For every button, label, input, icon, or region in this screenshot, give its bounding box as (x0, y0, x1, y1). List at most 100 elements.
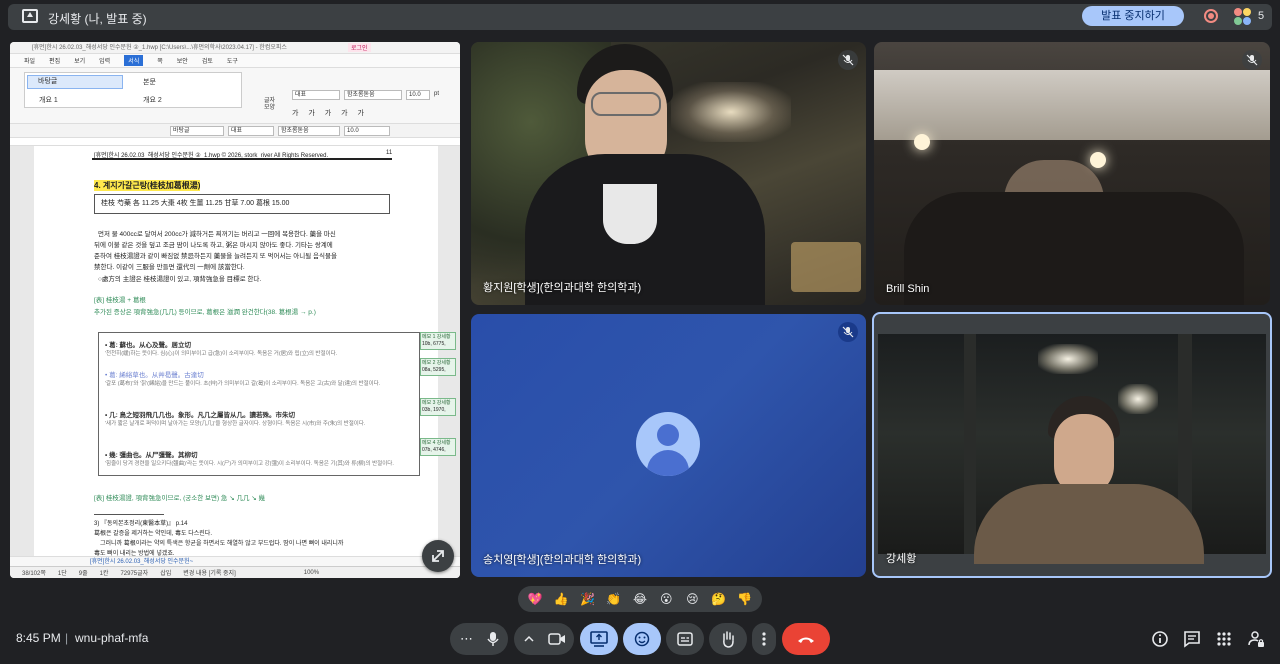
toolbar-font-select[interactable]: 함초롬돋움 (278, 126, 340, 136)
reaction-laugh[interactable]: 😂 (630, 589, 650, 609)
reference-line: 3) 『동의본초정리(東醫本草)』 p.14 (94, 521, 188, 527)
format-buttons[interactable]: 가 가 가 가 가 (292, 108, 368, 118)
people-icon[interactable] (1234, 8, 1252, 26)
activities-icon[interactable] (1214, 629, 1234, 649)
menu-edit[interactable]: 편집 (49, 56, 60, 65)
present-screen-button[interactable] (580, 623, 618, 655)
participant-tile[interactable]: 황지원[학생](한의과대학 한의학과) (471, 42, 866, 305)
chat-icon[interactable] (1182, 629, 1202, 649)
font-size-input[interactable]: 10.0 (406, 90, 430, 100)
etymology-box: • 葛: 蘇也。从心及聲。居立切 '천천히(緩)하는 뜻이다. 심(心)이 의미… (98, 332, 420, 476)
paragraph: 준하여 桂枝湯證과 같이 빠짐없 禁忌하든지 藥물을 늘려든지 또 먹어서는 아… (94, 253, 337, 260)
comment-tag[interactable]: 메모 1 강세황 10b, 6775, (420, 332, 456, 350)
section-heading: 4. 계지가갈근탕(桂枝加葛根湯) (94, 180, 201, 191)
captions-button[interactable] (666, 623, 704, 655)
info-icon[interactable] (1150, 629, 1170, 649)
menu-review[interactable]: 검토 (202, 56, 213, 65)
status-line: 9줄 (78, 571, 88, 577)
present-icon (22, 9, 38, 23)
reaction-thumbs-up[interactable]: 👍 (551, 589, 571, 609)
self-tile[interactable]: 강세황 (872, 312, 1272, 578)
style-item[interactable]: 개요 2 (143, 95, 162, 105)
menu-security[interactable]: 보안 (177, 56, 188, 65)
toolbar-font-style-select[interactable]: 대표 (228, 126, 274, 136)
paragraph: 뒤에 이불 같은 것을 덮고 조금 땀이 나도록 하고, 粥은 마시지 않아도 … (94, 242, 333, 249)
reaction-party[interactable]: 🎉 (578, 589, 598, 609)
login-button[interactable]: 로그인 (348, 43, 371, 52)
record-icon[interactable] (1204, 9, 1218, 23)
end-call-button[interactable] (782, 623, 830, 655)
paragraph: ○處方의 主證은 桂枝湯證이 있고, 項背強急을 目標로 한다. (98, 276, 262, 283)
host-controls-icon[interactable] (1246, 629, 1266, 649)
raise-hand-icon (723, 631, 734, 648)
etymology-text: '천천히(緩)하는 뜻이다. 심(心)이 의미부이고 급(急)이 소리부이다. … (105, 351, 338, 357)
expand-icon[interactable] (422, 540, 454, 572)
doc-tab[interactable]: [휴먼]한시 26.02.03_해성서당 인수문헌~ (10, 556, 460, 566)
status-count: 72975글자 (120, 571, 149, 577)
font-style-select[interactable]: 대표 (292, 90, 340, 100)
camera-icon[interactable] (548, 632, 566, 646)
comment-tag[interactable]: 메모 3 강세황 03b, 1970, (420, 398, 456, 416)
doc-toolbar: 바탕글 대표 함초롬돋움 10.0 (10, 124, 460, 138)
etymology-entry: • 幾: 彊曲也。从尸彊聲。其柳切 (105, 452, 198, 459)
meeting-code[interactable]: wnu-phaf-mfa (75, 631, 148, 645)
menu-tools[interactable]: 도구 (227, 56, 238, 65)
participant-name: 송치영[학생](한의과대학 한의학과) (483, 554, 642, 566)
reference-text: 葛根은 갈증을 제거하는 약인데, 毒도 다스린다. (94, 531, 212, 537)
mic-icon[interactable] (486, 631, 500, 647)
more-options-button[interactable] (752, 623, 776, 655)
emoji-icon (634, 631, 650, 647)
participant-name: 황지원[학생](한의과대학 한의학과) (483, 282, 642, 294)
participant-tile[interactable]: 송치영[학생](한의과대학 한의학과) (471, 314, 866, 577)
reaction-sad[interactable]: 😢 (682, 589, 702, 609)
reaction-thinking[interactable]: 🤔 (709, 589, 729, 609)
reaction-thumbs-down[interactable]: 👎 (735, 589, 755, 609)
present-screen-icon (590, 631, 608, 647)
raise-hand-button[interactable] (709, 623, 747, 655)
mic-off-icon (838, 50, 858, 70)
font-name-select[interactable]: 함초롬돋움 (344, 90, 402, 100)
comment-tag[interactable]: 메모 2 강세황 08a, 5295, (420, 358, 456, 376)
paragraph: 禁한다. 이같이 三服을 만들면 還代의 一劑에 該當한다. (94, 264, 245, 271)
etymology-entry: • 几: 鳥之短羽飛几几也。象形。凡几之屬皆从几。讀若殊。市朱切 (105, 412, 296, 419)
char-shape-button[interactable]: 글자 모양 (264, 98, 278, 112)
toolbar-style-select[interactable]: 바탕글 (170, 126, 224, 136)
style-item[interactable]: 바탕글 (27, 75, 123, 89)
note-line: [表] 桂枝湯證, 項背強急이므로, (궁소한 보면) 急 ↘ 几几 ↘ 幾 (94, 495, 266, 502)
stop-presenting-button[interactable]: 발표 중지하기 (1082, 6, 1184, 26)
toolbar-size-input[interactable]: 10.0 (344, 126, 390, 136)
meet-window: 강세황 (나, 발표 중) 발표 중지하기 5 [휴먼]한시 26.02.03_… (0, 0, 1280, 664)
menu-view[interactable]: 보기 (74, 56, 85, 65)
reaction-surprised[interactable]: 😮 (656, 589, 676, 609)
style-item[interactable]: 개요 1 (39, 95, 58, 105)
status-insert: 삽입 (160, 571, 172, 577)
menu-insert[interactable]: 입력 (99, 56, 110, 65)
note-line: 추가된 증상은 項背強急(几几) 등이므로, 葛根은 滋潤 완건한다(38. 葛… (94, 309, 316, 316)
font-unit: pt (434, 91, 440, 97)
shared-screen-document: [휴먼]한시 26.02.03_해성서당 인수문헌 ②_1.hwp [C:\Us… (10, 42, 460, 578)
reaction-clap[interactable]: 👏 (604, 589, 624, 609)
page-number: 11 (386, 150, 393, 156)
doc-menu-bar: 파일 편집 보기 입력 서식 쪽 보안 검토 도구 (10, 54, 460, 68)
presenting-title: 강세황 (나, 발표 중) (48, 12, 147, 26)
comment-tag[interactable]: 메모 4 강세황 07b, 4746, (420, 438, 456, 456)
style-item[interactable]: 본문 (143, 77, 156, 87)
mic-control-group: ⋯ (450, 623, 508, 655)
participant-tile[interactable]: Brill Shin (874, 42, 1270, 305)
more-icon[interactable]: ⋯ (460, 631, 473, 647)
reaction-heart[interactable]: 💖 (525, 589, 545, 609)
mic-off-icon (1242, 50, 1262, 70)
status-track-changes: 변경 내용 [기록 중지] (183, 571, 236, 577)
status-zoom[interactable]: 100% (304, 570, 319, 576)
menu-file[interactable]: 파일 (24, 56, 35, 65)
chevron-up-icon[interactable] (524, 634, 534, 644)
camera-control-group (514, 623, 574, 655)
menu-page[interactable]: 쪽 (157, 56, 163, 65)
menu-format[interactable]: 서식 (124, 55, 144, 66)
emoji-button[interactable] (623, 623, 661, 655)
divider: | (65, 631, 69, 645)
doc-ribbon: 바탕글 본문 개요 1 개요 2 글자 모양 대표 함초롬돋움 10.0 pt … (10, 68, 460, 124)
doc-page-area[interactable]: [휴먼]한시 26.02.03_해성서당 인수문헌 ②_1.hwp © 2026… (10, 146, 460, 562)
etymology-text: '새가 짧은 날개로 퍼덕이며 날아가는 모양(几几)'을 형상한 글자이다. … (105, 421, 366, 427)
paragraph: 먼저 물 400cc로 달여서 200cc가 減하거든 찌꺼기는 버리고 一回에… (98, 231, 336, 238)
